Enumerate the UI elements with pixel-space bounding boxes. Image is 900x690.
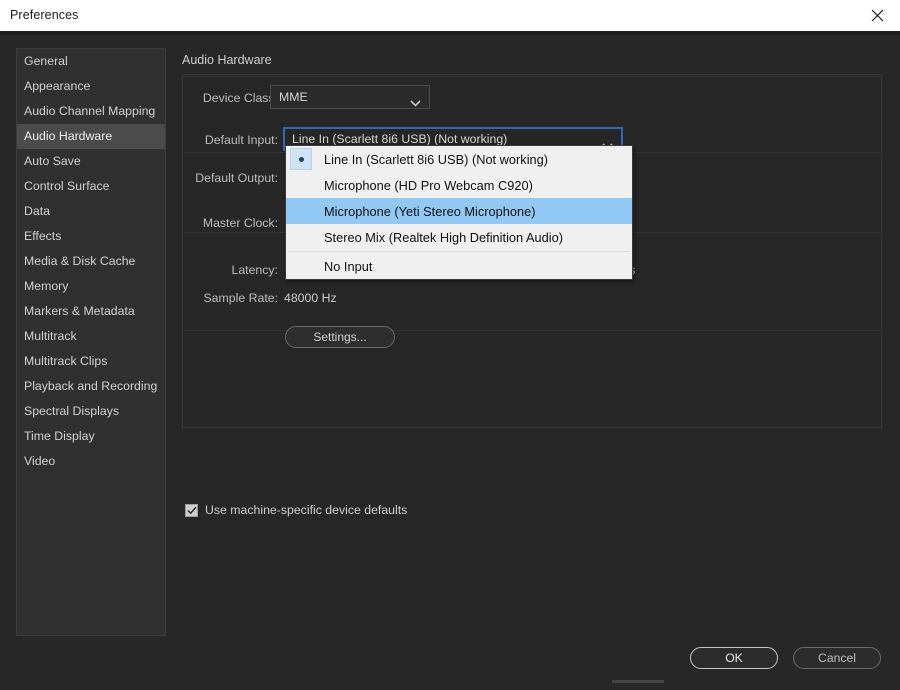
latency-label: Latency: [231,263,279,277]
sidebar-item-appearance[interactable]: Appearance [17,74,165,99]
main-panel: Audio Hardware Device Class: MME Default… [182,48,884,634]
dropdown-option-label: Microphone (Yeti Stereo Microphone) [324,203,536,219]
sidebar-item-auto-save[interactable]: Auto Save [17,149,165,174]
checkmark-icon [186,506,197,515]
sidebar-item-media-disk-cache[interactable]: Media & Disk Cache [17,249,165,274]
machine-defaults-checkbox-row[interactable]: Use machine-specific device defaults [185,503,407,517]
chevron-down-icon [410,94,421,112]
sidebar-item-spectral-displays[interactable]: Spectral Displays [17,399,165,424]
dropdown-option-label: No Input [324,258,373,274]
sidebar-item-markers-metadata[interactable]: Markers & Metadata [17,299,165,324]
window-title: Preferences [10,8,79,22]
selected-indicator [290,148,312,170]
sidebar-item-multitrack[interactable]: Multitrack [17,324,165,349]
dropdown-option-line-in[interactable]: Line In (Scarlett 8i6 USB) (Not working) [286,146,632,172]
default-input-label: Default Input: [204,133,278,147]
dropdown-option-label: Line In (Scarlett 8i6 USB) (Not working) [324,151,549,167]
master-clock-label: Master Clock: [202,216,278,230]
default-input-value: Line In (Scarlett 8i6 USB) (Not working) [292,132,508,146]
device-class-label: Device Class: [202,91,278,105]
machine-defaults-label: Use machine-specific device defaults [205,503,408,517]
machine-defaults-checkbox[interactable] [185,503,198,517]
category-sidebar[interactable]: General Appearance Audio Channel Mapping… [16,48,166,636]
sidebar-item-data[interactable]: Data [17,199,165,224]
default-input-dropdown-list[interactable]: Line In (Scarlett 8i6 USB) (Not working)… [285,145,633,280]
cancel-button[interactable]: Cancel [793,647,881,669]
dropdown-option-stereo-mix[interactable]: Stereo Mix (Realtek High Definition Audi… [286,224,632,250]
sample-rate-value: 48000 Hz [284,291,337,305]
title-bar: Preferences [0,0,900,32]
sidebar-item-control-surface[interactable]: Control Surface [17,174,165,199]
sidebar-item-audio-hardware[interactable]: Audio Hardware [17,124,165,149]
sample-rate-label: Sample Rate: [203,291,278,305]
preferences-dialog: Preferences General Appearance Audio Cha… [0,0,900,690]
dropdown-option-label: Microphone (HD Pro Webcam C920) [324,177,533,193]
bottom-artifact [612,680,664,683]
dropdown-option-yeti-stereo-microphone[interactable]: Microphone (Yeti Stereo Microphone) [286,198,632,224]
sidebar-item-effects[interactable]: Effects [17,224,165,249]
title-divider [182,74,884,75]
sidebar-item-video[interactable]: Video [17,449,165,474]
page-title: Audio Hardware [182,53,272,67]
dropdown-separator [288,251,630,252]
device-class-value: MME [279,90,308,104]
radio-dot-icon [298,156,304,162]
sidebar-item-time-display[interactable]: Time Display [17,424,165,449]
sidebar-item-multitrack-clips[interactable]: Multitrack Clips [17,349,165,374]
dropdown-option-label: Stereo Mix (Realtek High Definition Audi… [324,229,563,245]
titlebar-shadow [0,31,900,35]
sidebar-item-audio-channel-mapping[interactable]: Audio Channel Mapping [17,99,165,124]
close-button[interactable] [854,0,900,31]
settings-button[interactable]: Settings... [285,326,395,348]
close-icon [871,9,884,22]
default-output-label: Default Output: [195,171,278,185]
sidebar-item-general[interactable]: General [17,49,165,74]
sidebar-item-playback-and-recording[interactable]: Playback and Recording [17,374,165,399]
dropdown-option-hd-pro-webcam[interactable]: Microphone (HD Pro Webcam C920) [286,172,632,198]
device-class-combobox[interactable]: MME [270,85,430,109]
sidebar-item-memory[interactable]: Memory [17,274,165,299]
ok-button[interactable]: OK [690,647,778,669]
dropdown-option-no-input[interactable]: No Input [286,253,632,279]
